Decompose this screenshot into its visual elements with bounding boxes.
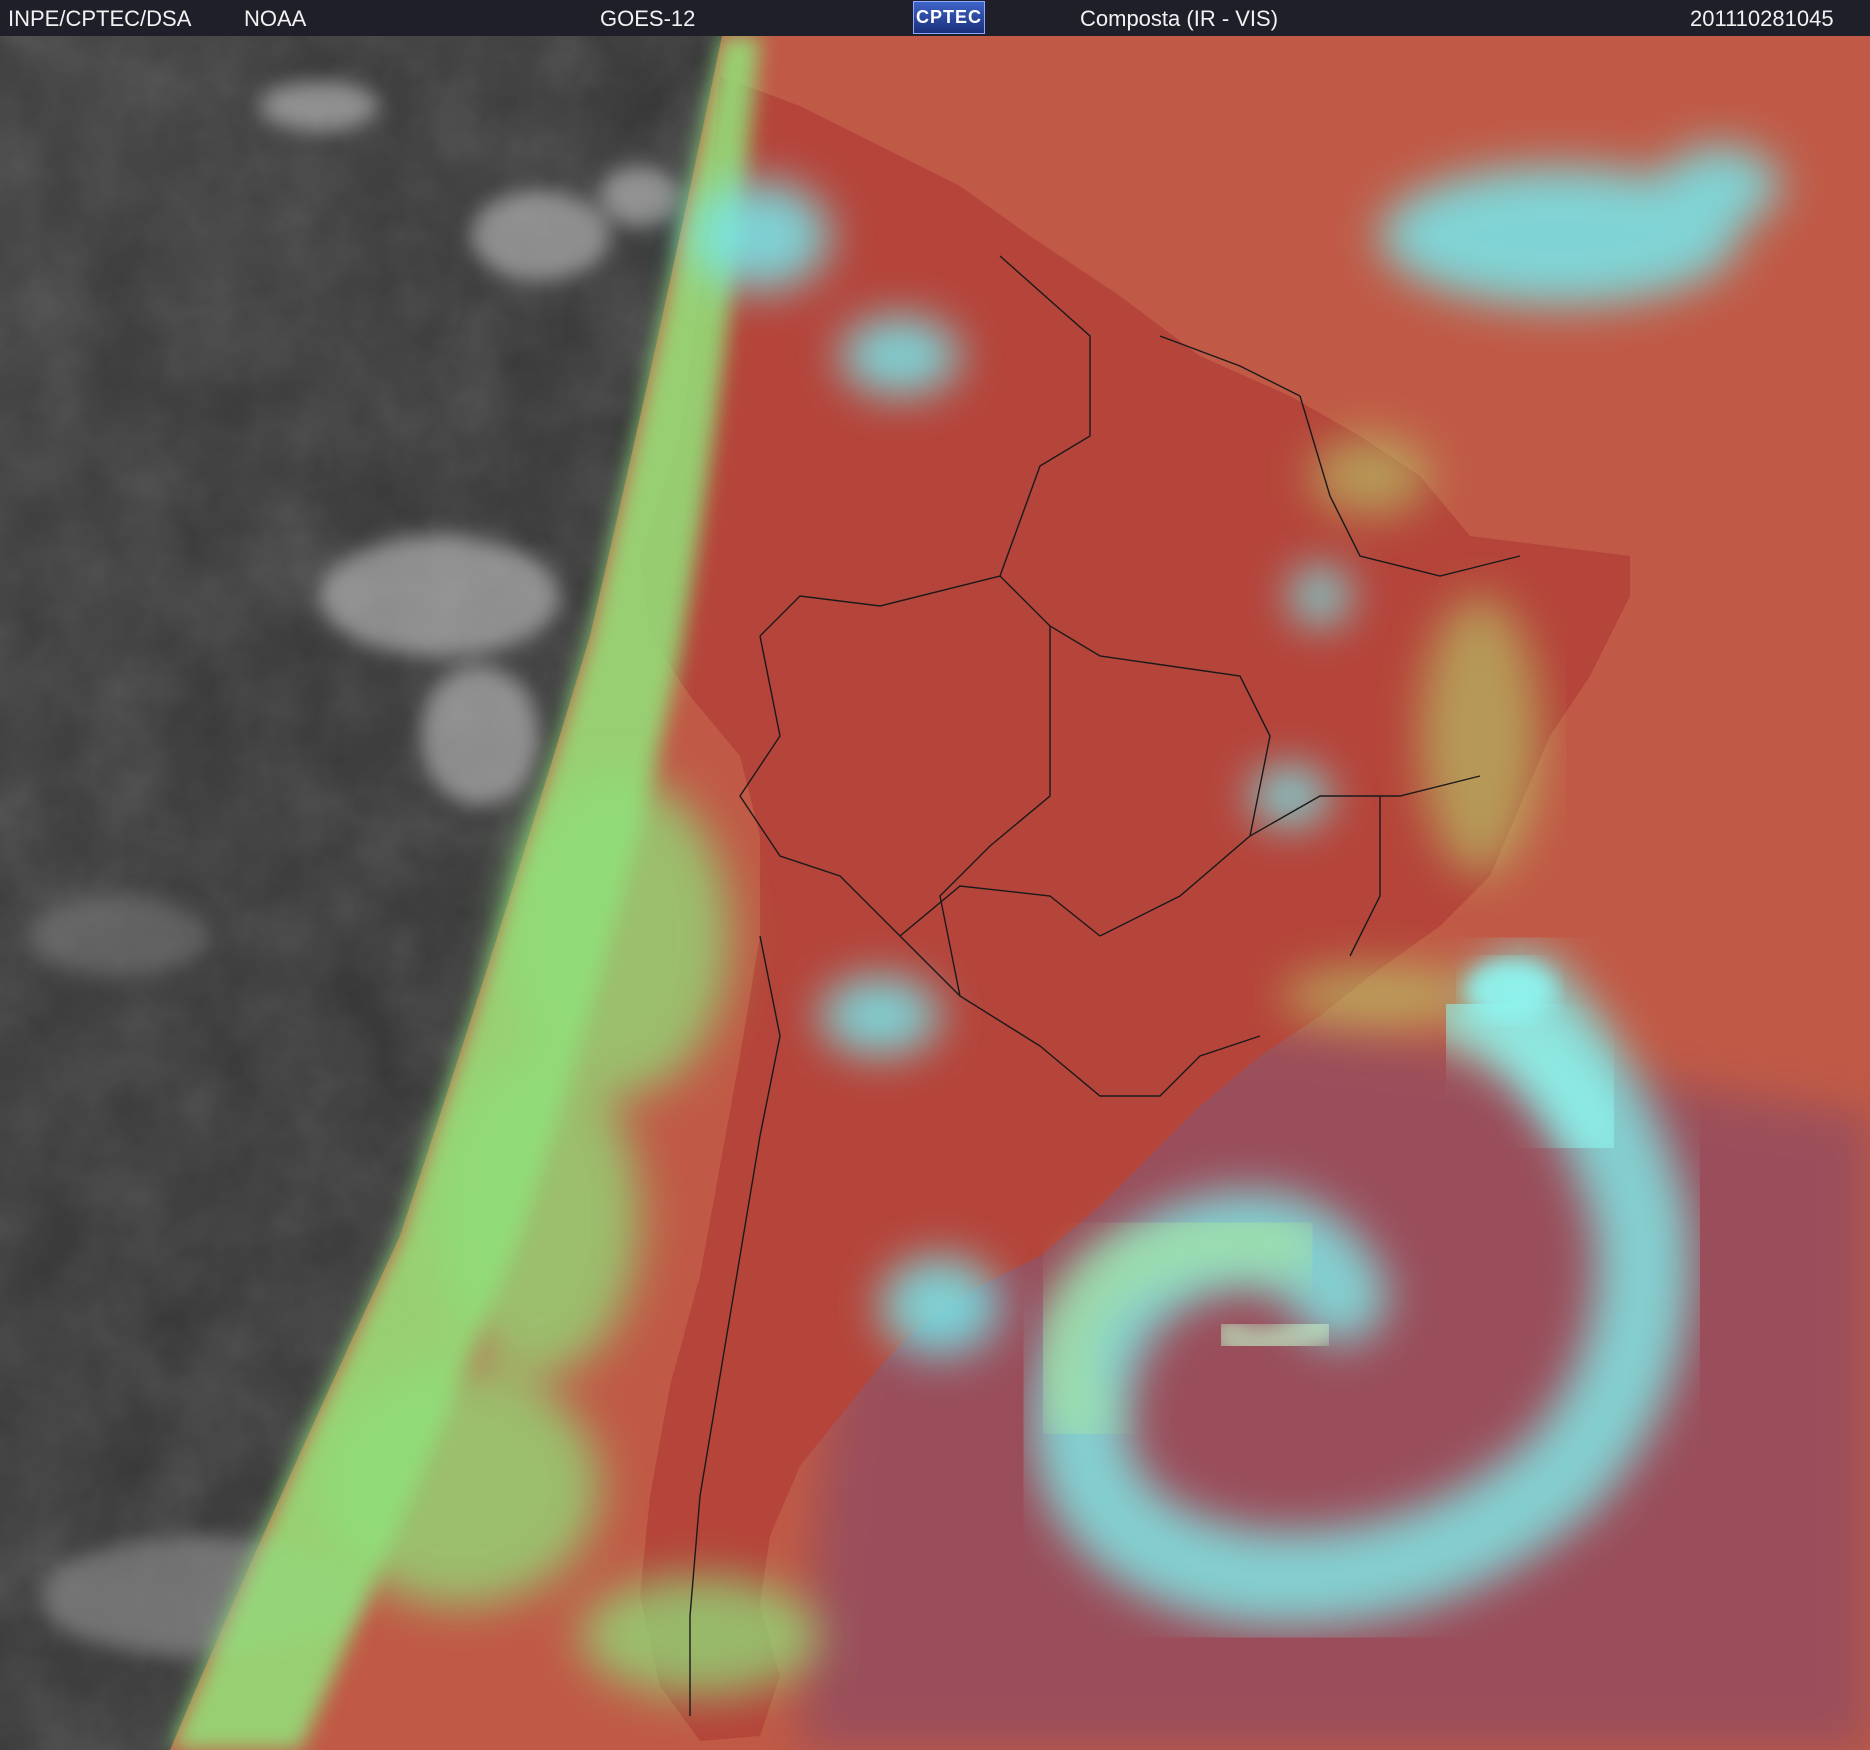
timestamp-label: 201110281045	[1690, 6, 1834, 31]
product-label: Composta (IR - VIS)	[1080, 6, 1279, 31]
satellite-label: GOES-12	[600, 6, 696, 31]
header-bar: INPE/CPTEC/DSA NOAA GOES-12 CPTEC Compos…	[0, 0, 1870, 36]
agency-label: INPE/CPTEC/DSA	[8, 6, 192, 31]
satellite-image	[0, 36, 1870, 1750]
cptec-logo-icon: CPTEC	[913, 1, 985, 34]
composite-map-svg	[0, 36, 1870, 1750]
noaa-label: NOAA	[244, 6, 307, 31]
